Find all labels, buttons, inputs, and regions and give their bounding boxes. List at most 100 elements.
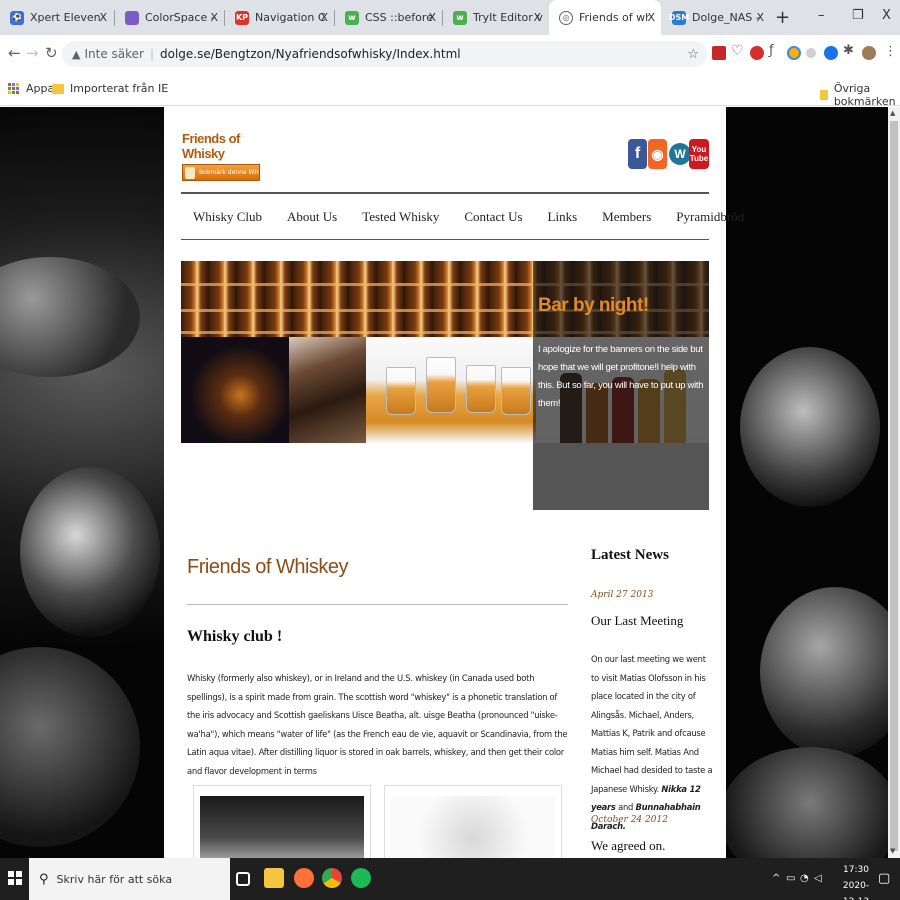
thumbnail-image: [391, 796, 555, 858]
tab-css-before[interactable]: w CSS ::before Selector X: [335, 0, 442, 35]
address-bar[interactable]: ▲ Inte säker | dolge.se/Bengtzon/Nyafrie…: [62, 41, 707, 67]
folder-icon: [52, 83, 64, 94]
opera-extension-icon[interactable]: [750, 46, 764, 60]
wordpress-icon[interactable]: W: [669, 143, 691, 165]
profile-avatar[interactable]: [862, 46, 876, 60]
gallery-thumbnail[interactable]: [193, 785, 371, 858]
spotify-icon[interactable]: [351, 868, 371, 888]
wifi-icon[interactable]: ◔: [800, 873, 809, 884]
security-label[interactable]: Inte säker: [84, 47, 144, 61]
glass-shape: [426, 357, 456, 413]
notifications-icon[interactable]: ▢: [878, 871, 890, 886]
menu-dots-icon[interactable]: ⋮: [884, 44, 898, 59]
rss-icon[interactable]: ◉: [648, 139, 667, 169]
whisky-glasses-image: [366, 337, 536, 443]
tab-xpert-eleven[interactable]: ⚽ Xpert Eleven - Manager X: [0, 0, 113, 35]
news-date: April 27 2013: [591, 590, 654, 600]
close-tab-icon[interactable]: X: [756, 11, 764, 24]
info-extension-icon[interactable]: [824, 46, 838, 60]
nav-whisky-club[interactable]: Whisky Club: [193, 209, 262, 225]
chrome-extension-icon[interactable]: [787, 46, 801, 60]
background-rock: [760, 587, 900, 757]
nav-pyramidbrod[interactable]: Pyramidbröd: [676, 209, 744, 225]
sidebar-heading: Latest News: [591, 547, 669, 563]
globe-icon: ◎: [559, 10, 573, 25]
page-scrollbar[interactable]: ▲ ▼: [888, 107, 900, 858]
bookmark-other-folder[interactable]: Övriga bokmärken: [820, 82, 900, 108]
tab-title: Dolge_NAS - Synology: [692, 11, 762, 24]
taskbar-search-box[interactable]: ⚲ Skriv här för att söka: [29, 858, 230, 900]
dot-extension-icon[interactable]: [806, 48, 816, 58]
firefox-icon[interactable]: [294, 868, 314, 888]
tab-colorspace[interactable]: ColorSpace - 3 Color Gradient X: [115, 0, 224, 35]
banner-caption-panel: Bar by night! I apologize for the banner…: [533, 261, 709, 510]
close-tab-icon[interactable]: X: [320, 11, 328, 24]
search-icon: ⚲: [39, 871, 49, 887]
gmail-extension-icon[interactable]: [712, 46, 726, 60]
tab-navigation-challenge[interactable]: KP Navigation Challenge X: [225, 0, 334, 35]
logo-tagline: Bokmärk denna Whisky: [199, 169, 259, 176]
w3schools-favicon-icon: w: [453, 10, 467, 25]
maximize-button[interactable]: ❐: [852, 8, 864, 23]
close-tab-icon[interactable]: X: [428, 11, 436, 24]
chrome-icon[interactable]: [322, 868, 342, 888]
task-view-icon[interactable]: [236, 872, 250, 886]
clock-time: 17:30: [843, 865, 869, 875]
reload-icon[interactable]: ↻: [45, 44, 58, 62]
nav-about-us[interactable]: About Us: [287, 209, 337, 225]
close-tab-icon[interactable]: X: [533, 11, 541, 24]
background-rock: [740, 347, 880, 507]
background-rock: [20, 467, 160, 637]
file-explorer-icon[interactable]: [264, 868, 284, 888]
xpert-eleven-favicon-icon: ⚽: [10, 10, 24, 25]
nav-tested-whisky[interactable]: Tested Whisky: [362, 209, 439, 225]
close-tab-icon[interactable]: X: [210, 11, 218, 24]
puzzle-extension-icon[interactable]: ✱: [843, 43, 857, 58]
banner-text: I apologize for the banners on the side …: [538, 344, 704, 409]
tab-title: Navigation Challenge: [255, 11, 325, 24]
nav-links[interactable]: Links: [548, 209, 578, 225]
hero-banner: Bar by night! I apologize for the banner…: [181, 261, 709, 510]
heart-extension-icon[interactable]: ♡: [731, 43, 745, 59]
forward-icon[interactable]: →: [26, 44, 39, 62]
banner-caption-footer: [533, 443, 709, 510]
apps-grid-icon: [8, 82, 20, 95]
windows-start-icon[interactable]: [8, 871, 22, 885]
tab-tryit-editor[interactable]: w TryIt Editor v3.6 X: [443, 0, 547, 35]
feather-extension-icon[interactable]: ƒ: [769, 43, 783, 58]
network-icon[interactable]: ▭: [786, 873, 795, 884]
scrollbar-thumb[interactable]: [890, 121, 898, 851]
nav-members[interactable]: Members: [602, 209, 651, 225]
bookmark-star-icon[interactable]: ☆: [687, 47, 699, 62]
news-title[interactable]: Our Last Meeting: [591, 613, 683, 629]
glass-shape: [501, 367, 531, 415]
news-sidebar: Latest News April 27 2013 Our Last Meeti…: [591, 547, 716, 853]
nav-contact-us[interactable]: Contact Us: [464, 209, 522, 225]
bookmark-label: Övriga bokmärken: [833, 82, 896, 108]
colorspace-favicon-icon: [125, 10, 139, 25]
volume-icon[interactable]: ◁: [814, 873, 822, 884]
tab-synology[interactable]: DSM Dolge_NAS - Synology X: [662, 0, 770, 35]
bookmark-imported-folder[interactable]: Importerat från IE: [52, 82, 168, 95]
news-date: October 24 2012: [591, 815, 668, 825]
scroll-up-icon[interactable]: ▲: [890, 109, 895, 117]
gallery-thumbnail[interactable]: [384, 785, 562, 858]
site-logo[interactable]: Friends of Whisky Bokmärk denna Whisky: [182, 131, 262, 181]
site-container: Friends of Whisky Bokmärk denna Whisky f…: [164, 107, 744, 858]
youtube-icon[interactable]: You Tube: [689, 139, 709, 169]
minimize-button[interactable]: –: [818, 8, 825, 23]
scroll-down-icon[interactable]: ▼: [890, 847, 895, 855]
news-body-text: On our last meeting we went to visit Mat…: [591, 654, 713, 794]
url-text[interactable]: dolge.se/Bengtzon/Nyafriendsofwhisky/Ind…: [160, 47, 461, 61]
taskbar-clock[interactable]: 17:30 2020-12-13: [836, 862, 876, 900]
tab-friends-of-whisky[interactable]: ◎ Friends of whisky X: [549, 0, 661, 35]
close-window-button[interactable]: X: [882, 8, 891, 23]
facebook-icon[interactable]: f: [628, 139, 647, 169]
close-tab-icon[interactable]: X: [647, 11, 655, 24]
back-icon[interactable]: ←: [8, 44, 21, 62]
section-heading: Whisky club !: [187, 628, 283, 645]
new-tab-button[interactable]: +: [775, 7, 790, 28]
tray-chevron-icon[interactable]: ^: [772, 873, 780, 884]
close-tab-icon[interactable]: X: [99, 11, 107, 24]
news-title[interactable]: We agreed on.: [591, 838, 665, 854]
